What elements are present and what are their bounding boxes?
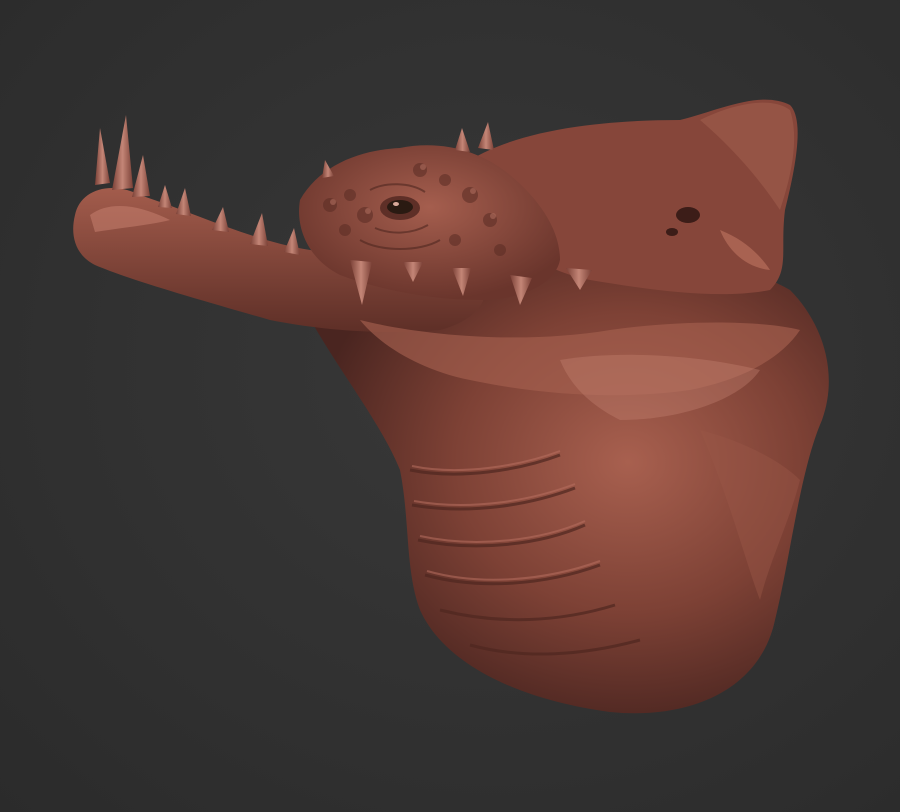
- crest-hole: [676, 207, 700, 223]
- sculpt-viewport[interactable]: [0, 0, 900, 812]
- creature-sculpt: [73, 99, 829, 714]
- eye: [380, 196, 420, 220]
